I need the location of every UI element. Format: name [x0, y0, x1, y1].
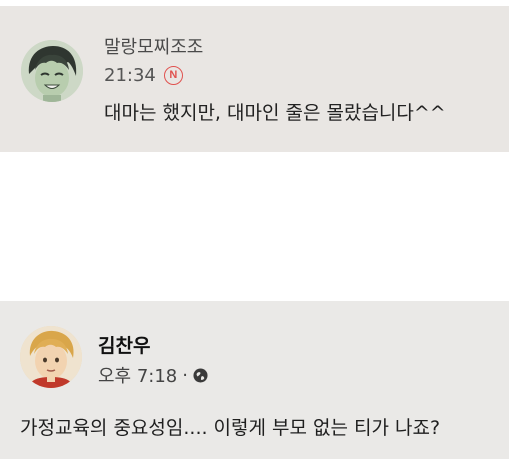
comment-author-avatar[interactable]: [21, 40, 83, 102]
comment-text: 대마는 했지만, 대마인 줄은 몰랐습니다^^: [104, 102, 446, 124]
post-author-avatar[interactable]: [20, 326, 82, 388]
meta-separator: ·: [182, 364, 188, 386]
post-author-name[interactable]: 김찬우: [98, 331, 150, 358]
avatar-portrait-icon: [20, 326, 82, 388]
new-badge-icon: N: [163, 65, 183, 85]
post-timestamp[interactable]: 오후 7:18: [98, 362, 177, 388]
post-meta: 오후 7:18 ·: [98, 363, 208, 387]
globe-icon[interactable]: [193, 367, 208, 383]
comment-meta: 21:34 N: [104, 63, 183, 87]
comment-author-name[interactable]: 말랑모찌조조: [104, 33, 203, 59]
comment-card: 말랑모찌조조 21:34 N 대마는 했지만, 대마인 줄은 몰랐습니다^^: [0, 6, 509, 152]
avatar-portrait-icon: [21, 40, 83, 102]
post-card: 김찬우 오후 7:18 · 가정교육의 중요성임.... 이렇게 부모 없는 티…: [0, 301, 509, 459]
post-text: 가정교육의 중요성임.... 이렇게 부모 없는 티가 나죠?: [20, 417, 441, 439]
comment-timestamp: 21:34: [104, 64, 156, 86]
